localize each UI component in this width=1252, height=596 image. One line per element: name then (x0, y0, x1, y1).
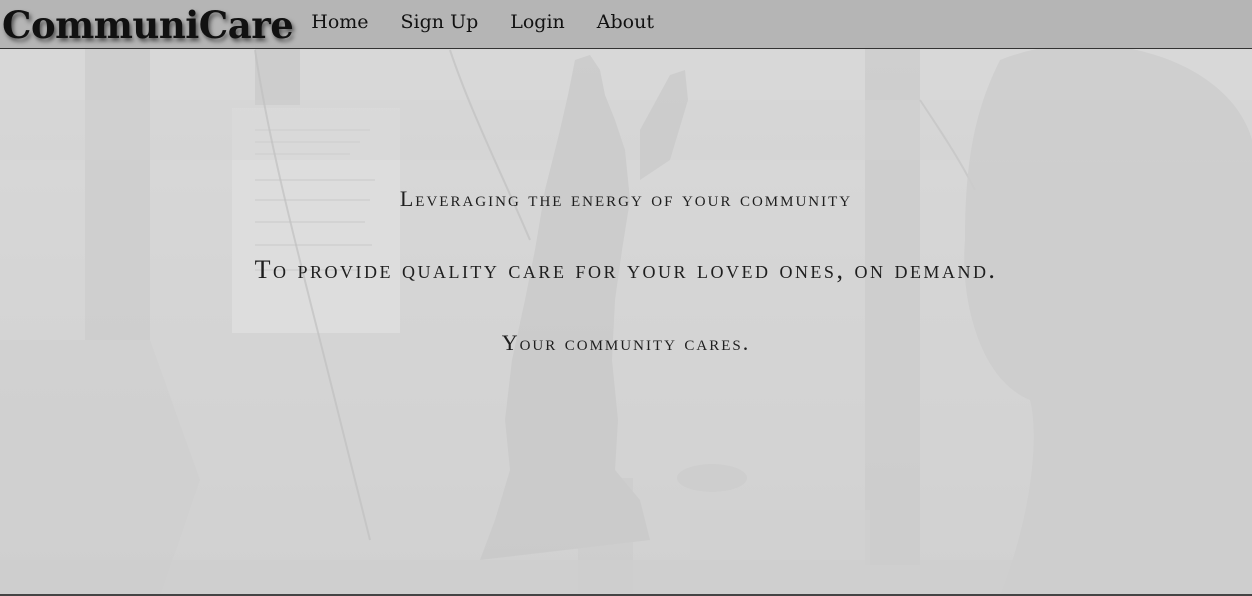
hero-section: Leveraging the energy of your community … (0, 49, 1252, 595)
nav-login-link[interactable]: Login (510, 11, 565, 33)
hero-closing: Your community cares. (501, 330, 751, 355)
nav-about-link[interactable]: About (597, 11, 654, 33)
nav-signup-link[interactable]: Sign Up (401, 11, 479, 33)
top-navbar: CommuniCare Home Sign Up Login About (0, 0, 1252, 49)
nav-home-link[interactable]: Home (311, 11, 368, 33)
hero-tagline: Leveraging the energy of your community (399, 186, 853, 211)
brand-logo[interactable]: CommuniCare (2, 6, 294, 44)
nav-links: Home Sign Up Login About (311, 11, 686, 33)
hero-headline: To provide quality care for your loved o… (254, 255, 998, 284)
